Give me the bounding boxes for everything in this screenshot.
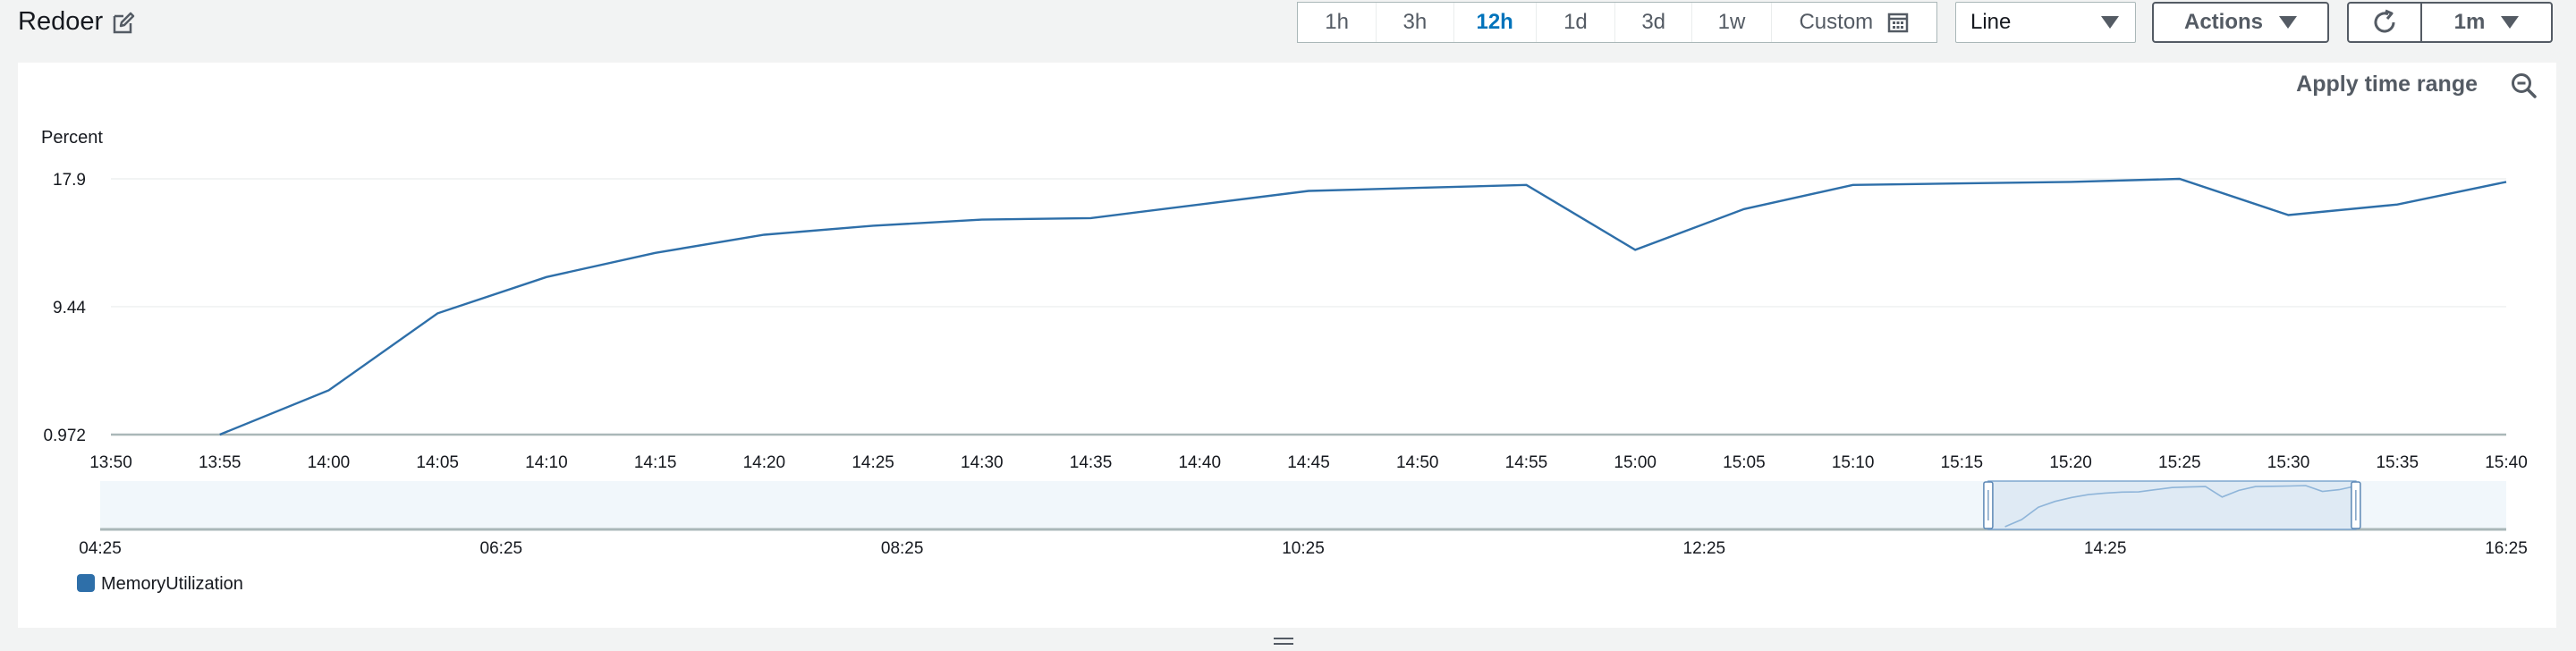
time-navigator[interactable] (100, 480, 2506, 531)
x-tick-label: 14:15 (634, 453, 677, 472)
navigator-tick-label: 08:25 (881, 539, 924, 558)
x-tick-label: 14:20 (743, 453, 786, 472)
x-tick-label: 14:35 (1070, 453, 1113, 472)
navigator-tick-label: 12:25 (1683, 539, 1726, 558)
x-tick-label: 14:50 (1396, 453, 1439, 472)
x-tick-label: 14:40 (1178, 453, 1221, 472)
x-tick-label: 15:25 (2158, 453, 2201, 472)
x-tick-label: 15:05 (1723, 453, 1766, 472)
x-tick-label: 14:05 (416, 453, 459, 472)
y-tick-label: 17.9 (53, 171, 86, 190)
navigator-tick-label: 06:25 (480, 539, 523, 558)
x-tick-label: 15:20 (2049, 453, 2092, 472)
x-tick-label: 15:40 (2485, 453, 2528, 472)
x-tick-label: 13:55 (199, 453, 242, 472)
x-tick-label: 15:00 (1614, 453, 1657, 472)
navigator-right-handle[interactable] (2351, 481, 2361, 529)
x-tick-label: 14:30 (961, 453, 1004, 472)
navigator-tick-label: 04:25 (79, 539, 122, 558)
x-tick-label: 13:50 (89, 453, 132, 472)
x-tick-label: 15:10 (1832, 453, 1875, 472)
resize-handle-icon[interactable] (1274, 637, 1293, 646)
x-tick-label: 14:45 (1287, 453, 1330, 472)
x-tick-label: 14:10 (525, 453, 568, 472)
legend-item-memoryutilization[interactable]: MemoryUtilization (77, 574, 243, 594)
y-tick-label: 9.44 (53, 299, 86, 317)
y-tick-label: 0.972 (43, 427, 86, 445)
x-tick-label: 15:35 (2376, 453, 2419, 472)
x-tick-label: 15:15 (1941, 453, 1984, 472)
navigator-tick-label: 10:25 (1282, 539, 1325, 558)
navigator-tick-label: 14:25 (2084, 539, 2127, 558)
x-tick-label: 14:25 (852, 453, 894, 472)
navigator-left-handle[interactable] (1983, 481, 1994, 529)
x-tick-label: 14:00 (308, 453, 351, 472)
legend-label: MemoryUtilization (101, 574, 243, 594)
memory-utilization-chart: 17.9 9.44 0.972 13:50 13:55 14:00 14:05 14:10 1… (43, 171, 2528, 594)
x-tick-label: 14:55 (1505, 453, 1548, 472)
legend-swatch (77, 574, 95, 592)
navigator-tick-label: 16:25 (2485, 539, 2528, 558)
x-tick-label: 15:30 (2267, 453, 2310, 472)
